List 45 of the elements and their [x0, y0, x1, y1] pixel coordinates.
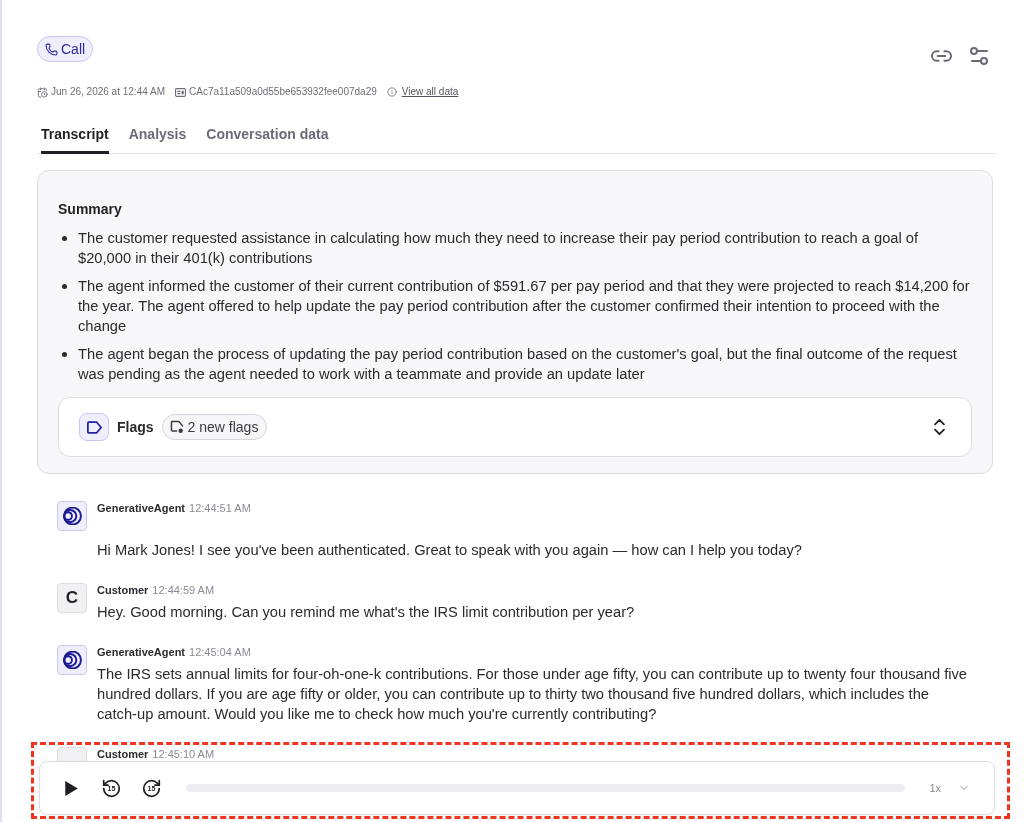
tab[interactable]: Analysis: [128, 114, 187, 154]
agent-logo-icon: [57, 501, 87, 531]
play-button[interactable]: [65, 780, 78, 796]
flags-label: Flags: [117, 419, 154, 435]
bullet-icon: [62, 352, 67, 357]
play-icon: [65, 780, 78, 796]
sender-name: GenerativeAgent: [97, 501, 186, 515]
summary-title: Summary: [58, 200, 123, 219]
phone-icon: [45, 42, 58, 56]
info-icon: [386, 87, 397, 97]
message-text: Hi Mark Jones! I see you've been authenticated. Great to speak with you again — how can I help you today?: [97, 541, 803, 560]
tab[interactable]: Conversation data: [206, 114, 329, 154]
customer-avatar: C: [57, 583, 87, 613]
conversation-date: Jun 26, 2026 at 12:44 AM: [51, 86, 165, 98]
tag-dot-icon: [169, 420, 184, 434]
new-flags-count: 2 new flags: [187, 419, 259, 435]
conversation-id: CAc7a11a509a0d55be653932fee007da29: [189, 86, 377, 98]
link-icon[interactable]: [931, 50, 952, 62]
summary-point: The agent began the process of updating the pay period contribution based on the customer's goal, but the final outcome of the request was pending as the agent needed to work with a teammate and provide an update later: [78, 345, 958, 384]
summary-point: The agent informed the customer of their current contribution of $591.67 per pay period and that they were projected to reach $14,200 for the year. The agent offered to help update the pay period contribution after the customer confirmed their intention to proceed with the change: [78, 277, 971, 336]
message-text: The IRS sets annual limits for four-oh-one-k contributions. For those under age fifty, you can contribute up to twenty four thousand five hundred dollars. If you are age fifty or older, you can contribute up to thirty two thousand five hundred dollars, which includes the catch-up amount. Would you like me to check how much you're currently contributing?: [97, 665, 968, 724]
message-time: 12:44:59 AM: [152, 583, 215, 597]
summary-point: The customer requested assistance in calculating how much they need to increase their pay period contribution to reach a goal of $20,000 in their 401(k) contributions: [78, 229, 920, 268]
flags-panel[interactable]: Flags 2 new flags: [58, 397, 972, 457]
message-time: 12:45:10 AM: [152, 747, 215, 761]
id-card-icon: [175, 87, 186, 97]
rewind-arrow-icon: [102, 778, 121, 798]
chevrons-up-down-icon[interactable]: [934, 419, 945, 435]
message-time: 12:44:51 AM: [189, 501, 251, 515]
message-text: Hey. Good morning. Can you remind me what's the IRS limit contribution per year?: [97, 603, 636, 622]
bullet-icon: [62, 236, 67, 241]
forward-arrow-icon: [142, 778, 161, 798]
sender-name: GenerativeAgent: [97, 645, 186, 659]
tag-icon: [79, 413, 109, 441]
tab[interactable]: Transcript: [41, 114, 109, 154]
call-label: Call: [61, 41, 86, 57]
bullet-icon: [62, 284, 67, 289]
message-time: 12:45:04 AM: [189, 645, 251, 659]
agent-logo-icon: [57, 645, 87, 675]
calendar-clock-icon: [37, 86, 48, 98]
view-all-data-link[interactable]: View all data: [401, 86, 459, 98]
sender-name: Customer: [97, 747, 149, 761]
playback-speed-select[interactable]: 1x: [929, 782, 970, 794]
sender-name: Customer: [97, 583, 149, 597]
settings-icon[interactable]: [970, 47, 988, 65]
